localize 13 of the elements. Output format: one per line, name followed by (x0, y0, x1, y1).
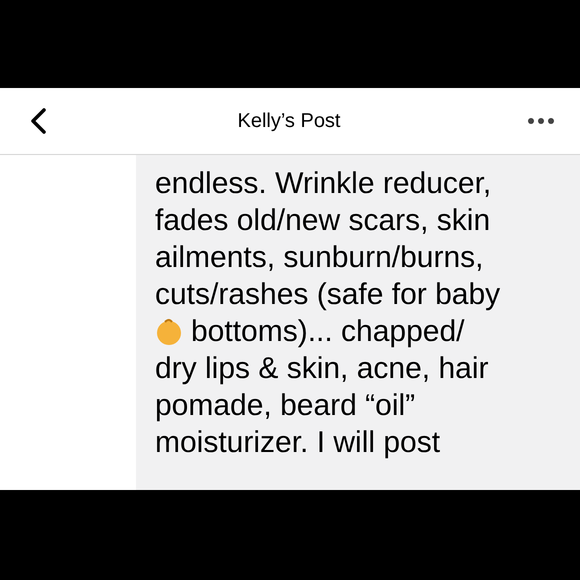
post-text-line: moisturizer. I will post (155, 425, 442, 461)
more-button[interactable] (528, 116, 554, 126)
baby-emoji-icon (155, 318, 183, 346)
more-icon (528, 118, 554, 124)
back-icon (29, 107, 47, 135)
post-text-line: fades old/new scars, skin (155, 203, 492, 239)
post-text-line: cuts/rashes (safe for baby (155, 277, 502, 313)
post-text-line: bottoms)... chapped/ (191, 314, 464, 350)
post-title: Kelly’s Post (237, 109, 340, 134)
post-text-line: pomade, beard “oil” (155, 388, 416, 424)
post-text-line: endless. Wrinkle reducer, (155, 166, 492, 202)
post-text-line: ailments, sunburn/burns, (155, 240, 485, 276)
post-text-line: dry lips & skin, acne, hair (155, 351, 490, 387)
